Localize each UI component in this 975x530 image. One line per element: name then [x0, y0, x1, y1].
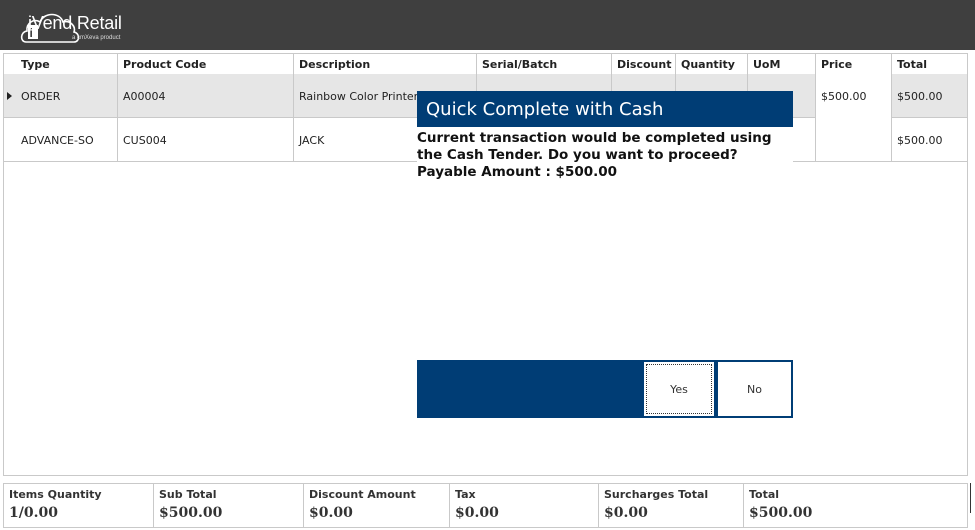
brand-name: iVend Retail	[28, 13, 122, 33]
summary-label: Total	[749, 488, 780, 501]
summary-value: 1/0.00	[9, 505, 58, 521]
cell-total: $500.00	[897, 90, 943, 103]
side-divider	[970, 483, 974, 513]
summary-label: Items Quantity	[9, 488, 102, 501]
summary-total: Total $500.00	[744, 484, 967, 527]
summary-label: Sub Total	[159, 488, 217, 501]
cell-type: ORDER	[16, 74, 118, 118]
summary-value: $500.00	[159, 505, 223, 521]
brand-subtitle: a cmXeva product	[72, 35, 121, 41]
summary-discount-amount: Discount Amount $0.00	[304, 484, 450, 527]
dialog-body: Current transaction would be completed u…	[417, 127, 793, 185]
cell-product-code: A00004	[118, 74, 294, 118]
no-button[interactable]: No	[717, 361, 792, 417]
summary-label: Tax	[455, 488, 476, 501]
summary-label: Discount Amount	[309, 488, 416, 501]
column-header-discount[interactable]: Discount	[612, 54, 676, 74]
summary-surcharges-total: Surcharges Total $0.00	[599, 484, 744, 527]
column-header-product-code[interactable]: Product Code	[118, 54, 294, 74]
summary-tax: Tax $0.00	[450, 484, 599, 527]
column-header-total[interactable]: Total	[892, 54, 967, 74]
column-header-type[interactable]: Type	[16, 54, 118, 74]
app-header: i iVend Retail a cmXeva product	[0, 0, 975, 50]
yes-button[interactable]: Yes	[643, 361, 715, 417]
summary-value: $0.00	[455, 505, 499, 521]
pos-window: i iVend Retail a cmXeva product Type Pro…	[0, 0, 975, 530]
cell-price	[816, 118, 892, 162]
column-header-price[interactable]: Price	[816, 54, 892, 74]
summary-value: $0.00	[309, 505, 353, 521]
column-header-description[interactable]: Description	[294, 54, 477, 74]
cell-type: ADVANCE-SO	[16, 118, 118, 162]
cell-product-code: CUS004	[118, 118, 294, 162]
dialog-message: Current transaction would be completed u…	[417, 130, 772, 180]
cell-price[interactable]: $500.00	[816, 74, 892, 118]
summary-label: Surcharges Total	[604, 488, 709, 501]
grid-header: Type Product Code Description Serial/Bat…	[4, 54, 967, 74]
column-header-uom[interactable]: UoM	[748, 54, 816, 74]
summary-sub-total: Sub Total $500.00	[154, 484, 304, 527]
column-header-serial-batch[interactable]: Serial/Batch	[477, 54, 612, 74]
totals-summary: Items Quantity 1/0.00 Sub Total $500.00 …	[3, 483, 968, 528]
dialog-title: Quick Complete with Cash	[417, 91, 793, 127]
cell-total: $500.00	[897, 134, 943, 147]
summary-items-quantity: Items Quantity 1/0.00	[4, 484, 154, 527]
current-row-indicator-icon	[7, 92, 12, 100]
summary-value: $0.00	[604, 505, 648, 521]
dialog-actions: Yes No	[417, 360, 793, 418]
summary-value: $500.00	[749, 505, 813, 521]
column-header-quantity[interactable]: Quantity	[676, 54, 748, 74]
